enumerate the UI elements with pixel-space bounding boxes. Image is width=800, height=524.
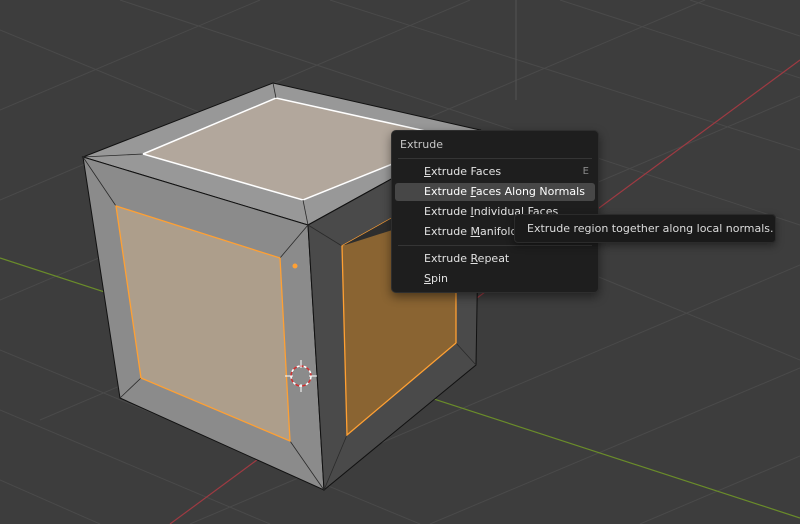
menu-item-label: Extrude	[424, 205, 471, 218]
face-center-dot	[292, 263, 298, 269]
menu-item-extrude-faces-along-normals[interactable]: Extrude Faces Along Normals	[395, 183, 595, 201]
3d-viewport[interactable]: Extrude Extrude Faces E Extrude Faces Al…	[0, 0, 800, 524]
extrude-menu: Extrude Extrude Faces E Extrude Faces Al…	[391, 130, 599, 293]
menu-title-divider	[398, 158, 592, 159]
menu-item-extrude-repeat[interactable]: Extrude Repeat	[395, 250, 595, 268]
menu-item-label: Extrude	[424, 225, 471, 238]
menu-divider	[398, 245, 592, 246]
menu-item-label: xtrude Faces	[430, 165, 502, 178]
menu-item-label: epeat	[477, 252, 510, 265]
menu-item-hotkey-letter: R	[470, 252, 478, 265]
menu-item-label: Extrude	[424, 252, 471, 265]
menu-item-label: anifold	[480, 225, 518, 238]
menu-item-label: aces Along Normals	[475, 185, 585, 198]
menu-item-hotkey-letter: S	[424, 272, 431, 285]
menu-item-label: pin	[430, 272, 448, 285]
menu-title: Extrude	[400, 138, 444, 151]
menu-item-label: Extrude	[424, 185, 471, 198]
menu-item-hotkey-letter: E	[424, 165, 431, 178]
menu-item-extrude-faces[interactable]: Extrude Faces E	[395, 163, 595, 181]
tooltip: Extrude region together along local norm…	[514, 214, 776, 243]
menu-item-spin[interactable]: Spin	[395, 270, 595, 288]
shortcut-key: E	[582, 166, 589, 177]
menu-item-hotkey-letter: M	[470, 225, 481, 238]
